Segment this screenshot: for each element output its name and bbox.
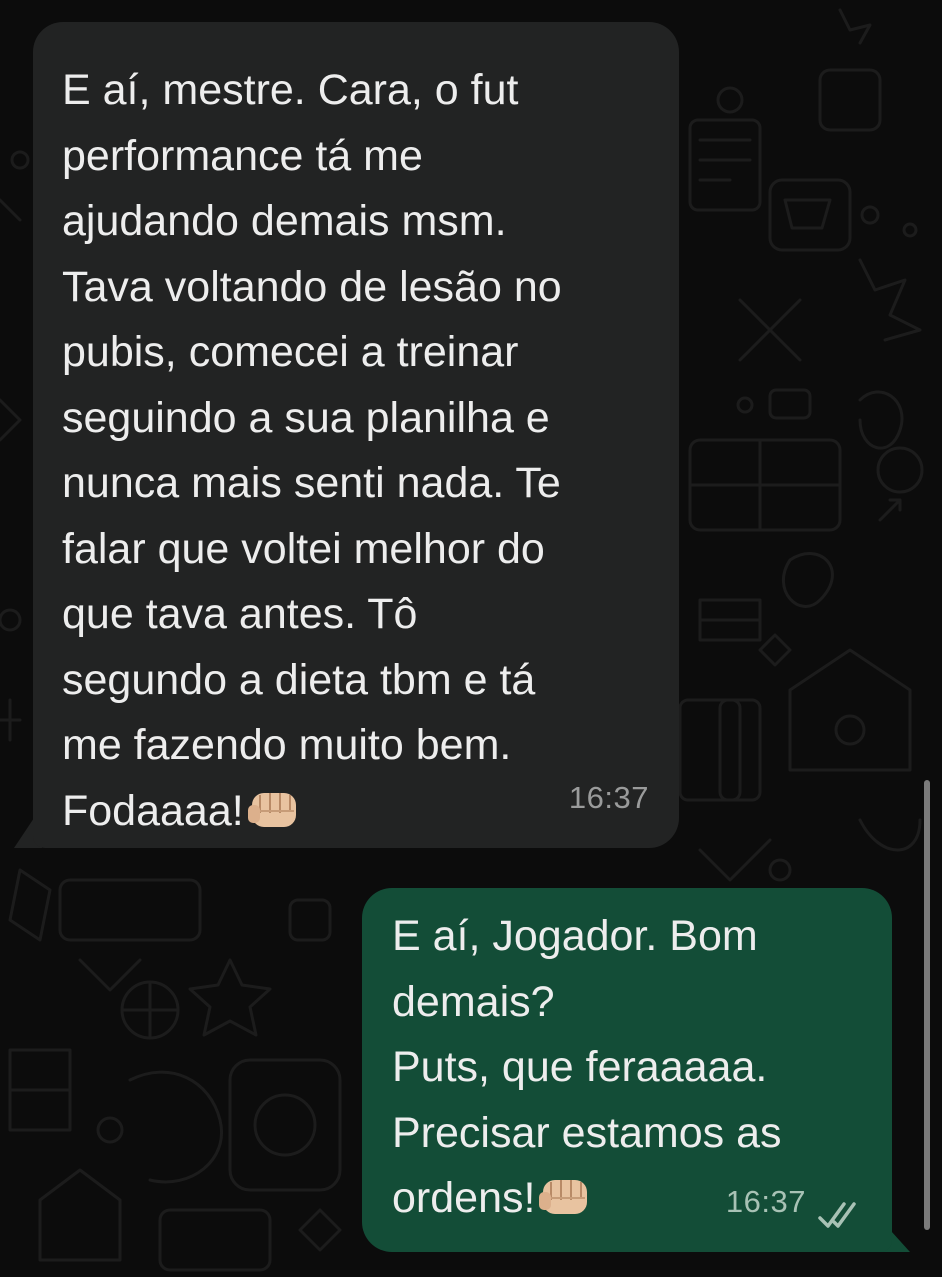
fist-bump-icon	[539, 1180, 588, 1214]
message-line: seguindo a sua planilha e	[62, 393, 550, 442]
message-timestamp: 16:37	[725, 1183, 806, 1219]
message-line: performance tá me	[62, 131, 423, 180]
message-line: Precisar estamos as	[392, 1108, 782, 1157]
message-line: E aí, Jogador. Bom	[392, 912, 758, 960]
message-timestamp: 16:37	[568, 779, 649, 815]
message-line: Tava voltando de lesão no	[62, 262, 562, 311]
message-line: que tava antes. Tô	[62, 590, 418, 638]
message-line: ajudando demais msm.	[62, 197, 507, 245]
message-line: falar que voltei melhor do	[62, 524, 545, 573]
message-text: ordens!	[392, 1174, 536, 1222]
chat-conversation: E aí, mestre. Cara, o fut performance tá…	[0, 0, 942, 1277]
scrollbar[interactable]	[924, 780, 930, 1230]
message-line: demais?	[392, 977, 555, 1026]
incoming-message-bubble[interactable]: E aí, mestre. Cara, o fut performance tá…	[33, 22, 679, 848]
message-line: pubis, comecei a treinar	[62, 328, 519, 376]
fist-bump-icon	[247, 792, 296, 827]
message-line: segundo a dieta tbm e tá	[62, 655, 536, 704]
message-line: nunca mais senti nada. Te	[62, 459, 561, 507]
double-check-read-icon	[818, 1202, 856, 1228]
message-text: Fodaaaa!	[62, 786, 244, 835]
message-line: E aí, mestre. Cara, o fut	[62, 66, 519, 114]
outgoing-message-bubble[interactable]: E aí, Jogador. Bom demais? Puts, que fer…	[362, 888, 892, 1252]
message-line: Puts, que feraaaaa.	[392, 1043, 768, 1091]
